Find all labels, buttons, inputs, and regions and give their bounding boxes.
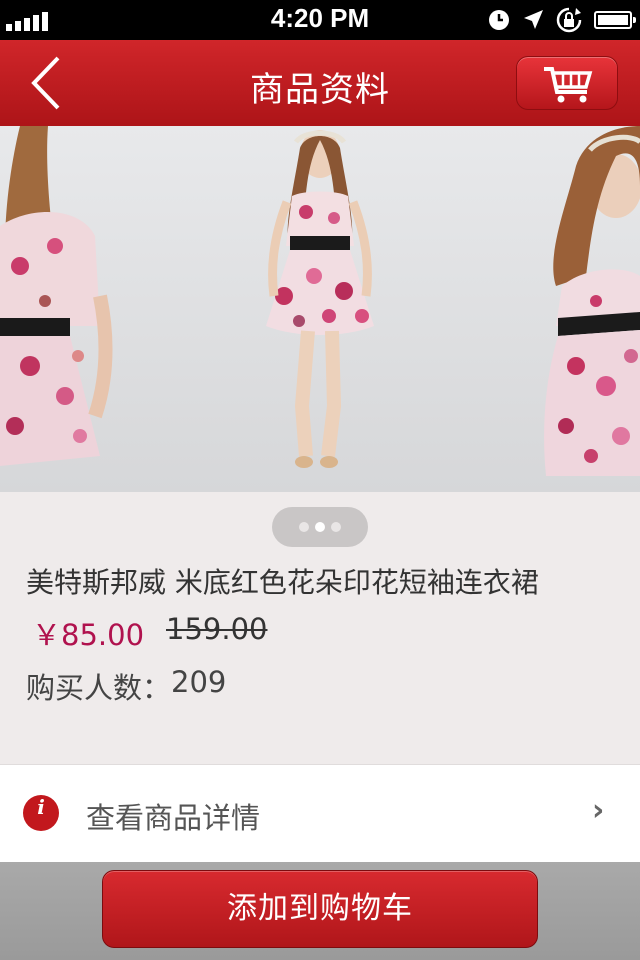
buyer-count-label: 购买人数： [26,671,172,705]
page-dot-active [315,522,325,532]
page-dot [331,522,341,532]
chevron-right-icon: › [592,793,605,828]
shopping-cart-icon [544,67,593,103]
rotation-lock-icon [556,7,582,33]
view-details-row[interactable]: i 查看商品详情 › [0,764,640,863]
product-photo-side [466,126,640,492]
product-image-carousel[interactable] [0,126,640,492]
cart-button[interactable] [516,56,618,110]
original-price: 159.00 [166,612,268,646]
current-price: ￥85.00 [32,618,145,652]
view-details-label: 查看商品详情 [86,801,261,835]
carousel-page-indicator[interactable] [272,507,368,547]
add-to-cart-button[interactable]: 添加到购物车 [102,870,538,948]
nav-bar: 商品资料 [0,40,640,126]
battery-icon [594,11,636,29]
buyer-count-row: 购买人数： 209 [26,665,226,707]
product-name: 美特斯邦威 米底红色花朵印花短袖连衣裙 [26,566,539,599]
product-photo-back [0,126,174,492]
page-dot [299,522,309,532]
product-photo-front [174,126,466,492]
location-arrow-icon [524,10,543,29]
info-icon: i [23,795,59,831]
bottom-action-bar: 添加到购物车 [0,862,640,960]
status-bar: 4:20 PM [0,0,640,40]
clock-icon [489,10,509,30]
buyer-count-value: 209 [171,665,227,699]
